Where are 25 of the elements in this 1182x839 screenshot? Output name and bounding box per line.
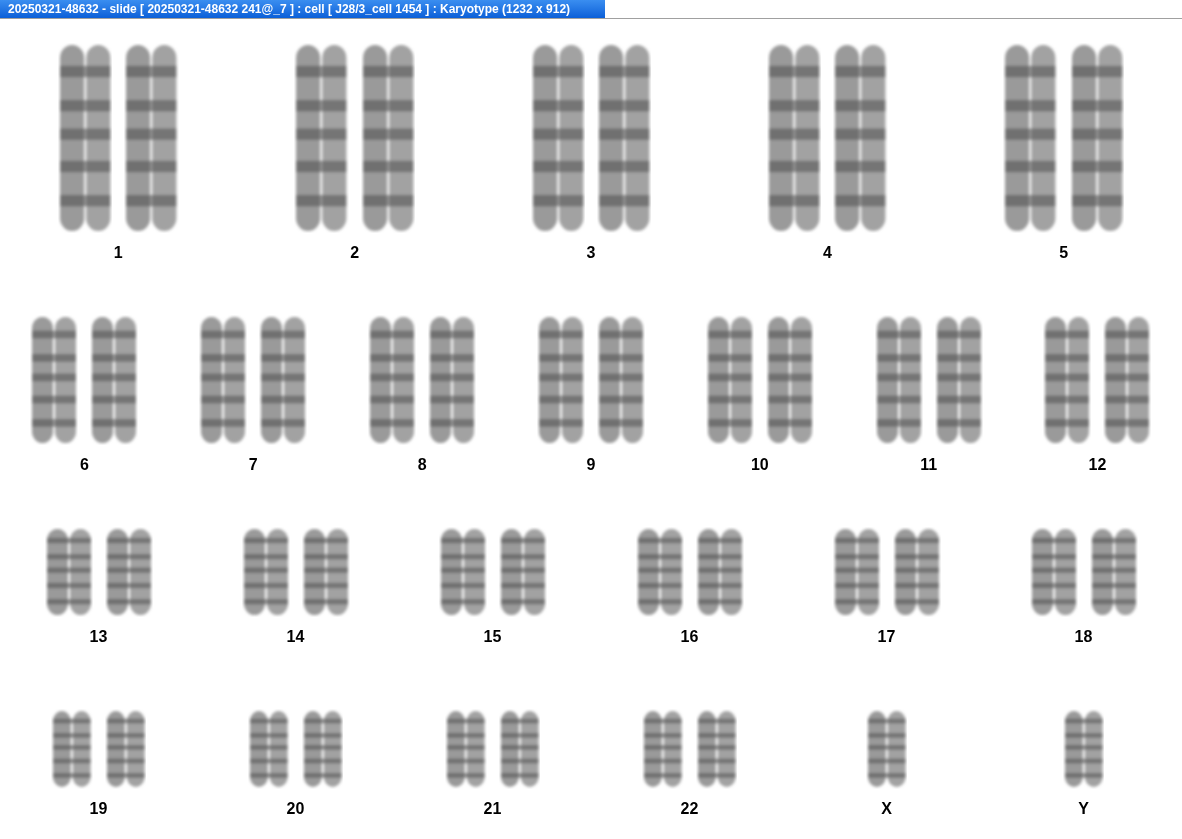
- chromosome-label: 21: [483, 799, 502, 819]
- chromosome-label: 15: [483, 627, 502, 647]
- chromosome-label: Y: [1078, 799, 1089, 819]
- chromosome-label: 9: [586, 455, 596, 475]
- chromosome-label: 14: [286, 627, 305, 647]
- chromosome-label: 12: [1088, 455, 1107, 475]
- chromosome-label: 20: [286, 799, 305, 819]
- chromosome-label: 11: [920, 455, 938, 475]
- chromosome-label: 16: [680, 627, 699, 647]
- chromosome-label: 6: [79, 455, 89, 475]
- window-title: 20250321-48632 - slide [ 20250321-48632 241@_7 ] : cell [ J28/3_cell 1454 ] : Karyotype (1232 x 912): [0, 0, 605, 18]
- chromosome-label: 18: [1074, 627, 1093, 647]
- chromosome-label: 22: [680, 799, 699, 819]
- chromosome-label: 10: [750, 455, 769, 475]
- chromosome-label: 3: [586, 243, 596, 263]
- chromosome-label: 13: [89, 627, 108, 647]
- chromosome-label: X: [881, 799, 892, 819]
- chromosome-label: 19: [89, 799, 108, 819]
- chromosome-label: 2: [350, 243, 360, 263]
- chromosome-label: 1: [113, 243, 123, 263]
- chromosome-label: 5: [1059, 243, 1069, 263]
- chromosome-label: 8: [417, 455, 427, 475]
- chromosome-label: 4: [822, 243, 832, 263]
- chromosome-label: 7: [248, 455, 258, 475]
- chromosome-label: 17: [877, 627, 896, 647]
